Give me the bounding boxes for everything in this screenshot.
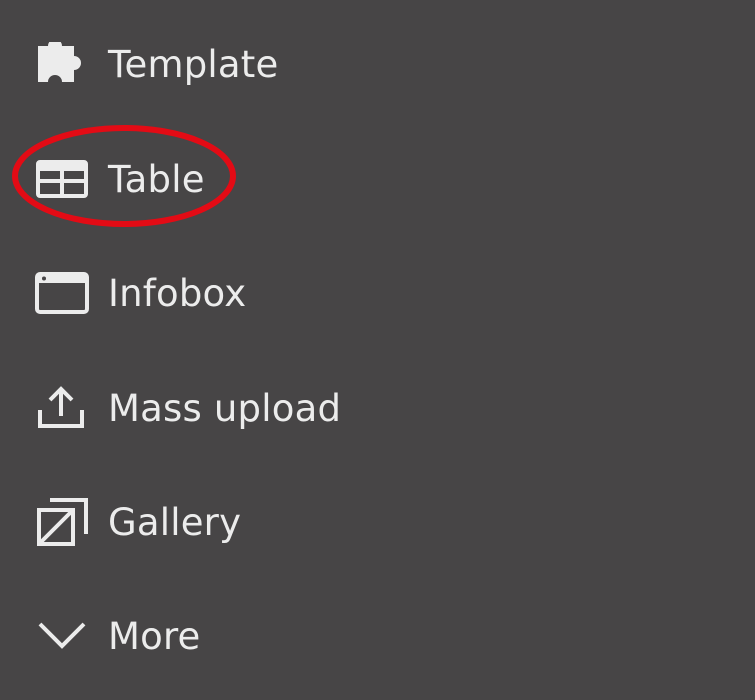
insert-menu: Template Table Infobox Mass upload Galle… xyxy=(0,0,755,700)
menu-item-mass-upload[interactable]: Mass upload xyxy=(34,378,341,438)
gallery-icon xyxy=(34,498,92,546)
chevron-down-icon xyxy=(34,614,92,658)
upload-icon xyxy=(34,386,92,430)
menu-item-label: Mass upload xyxy=(108,386,342,430)
window-infobox-icon xyxy=(34,271,92,315)
menu-item-label: Infobox xyxy=(108,271,247,315)
menu-item-label: Gallery xyxy=(108,500,242,544)
table-grid-icon xyxy=(34,157,92,201)
menu-item-table[interactable]: Table xyxy=(34,149,205,209)
menu-item-label: Table xyxy=(108,157,205,201)
menu-item-infobox[interactable]: Infobox xyxy=(34,263,246,323)
menu-item-more[interactable]: More xyxy=(34,606,201,666)
menu-item-label: Template xyxy=(108,42,279,86)
menu-item-template[interactable]: Template xyxy=(34,34,278,94)
menu-item-label: More xyxy=(108,614,201,658)
menu-item-gallery[interactable]: Gallery xyxy=(34,492,241,552)
puzzle-piece-icon xyxy=(34,42,92,86)
